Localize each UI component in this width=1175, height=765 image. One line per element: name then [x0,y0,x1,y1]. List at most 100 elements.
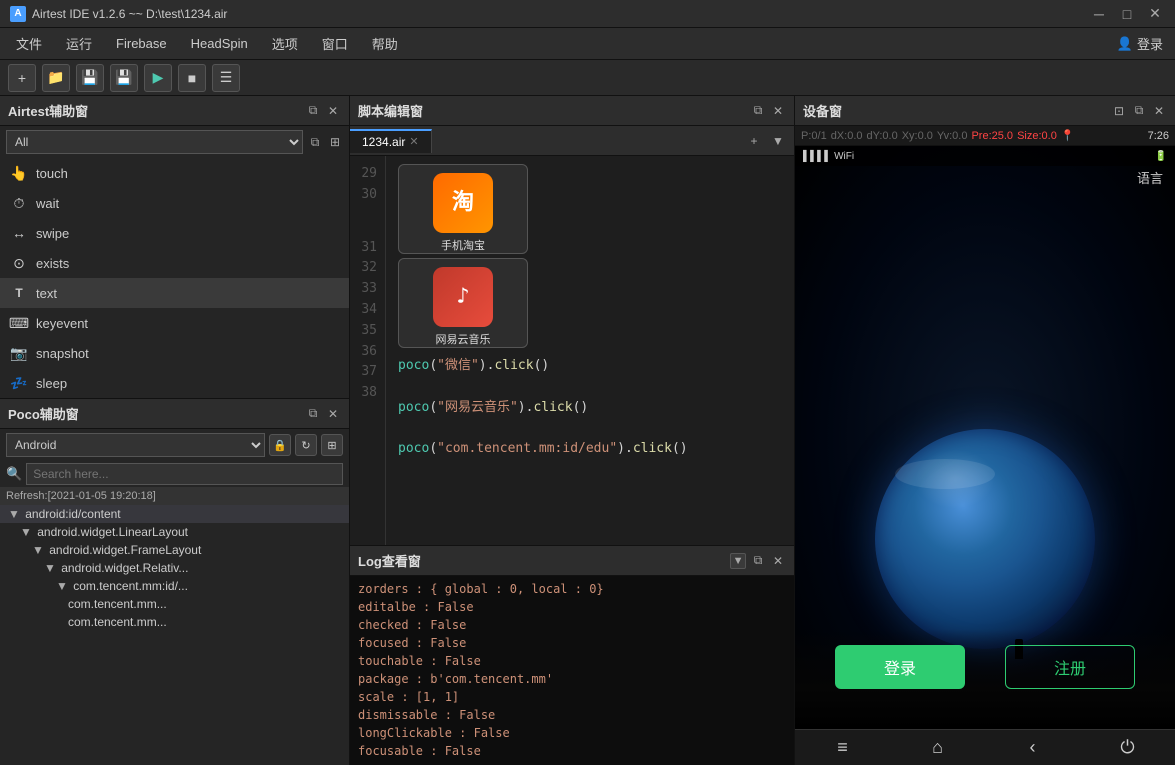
code-image-wyy: ♪ 网易云音乐 [398,258,782,348]
poco-settings-btn[interactable]: ⊞ [321,434,343,456]
poco-search-input[interactable] [26,463,343,485]
poco-restore-btn[interactable]: ⧉ [305,406,321,422]
airtest-copy-btn[interactable]: ⧉ [307,134,323,150]
api-swipe[interactable]: ↔ swipe [0,218,349,248]
device-screen[interactable]: ▌▌▌▌ WiFi 🔋 语言 登录 注册 [795,146,1175,729]
airtest-settings-btn[interactable]: ⊞ [327,134,343,150]
script-restore-btn[interactable]: ⧉ [750,103,766,119]
tree-item[interactable]: ▼ android.widget.FrameLayout [0,541,349,559]
poco-platform-select[interactable]: Android [6,433,265,457]
menu-options[interactable]: 选项 [260,30,310,57]
login-button[interactable]: 👤 登录 [1117,34,1163,53]
tab-dropdown-btn[interactable]: ▼ [768,131,788,151]
code-line-35 [398,418,782,439]
script-close-btn[interactable]: ✕ [770,103,786,119]
stat-yv: Yv:0.0 [937,130,968,142]
text-icon: T [10,284,28,302]
toolbar-new[interactable]: + [8,64,36,92]
log-controls: ▼ ⧉ ✕ [730,553,786,569]
menu-help[interactable]: 帮助 [360,30,410,57]
code-line-37 [398,460,782,481]
menu-headspin[interactable]: HeadSpin [179,32,260,55]
tree-item[interactable]: ▼ android.widget.Relativ... [0,559,349,577]
close-button[interactable]: ✕ [1145,6,1165,22]
api-touch[interactable]: 👆 touch [0,158,349,188]
nav-home-btn[interactable]: ⌂ [918,732,958,764]
exists-icon: ⊙ [10,254,28,272]
menu-firebase[interactable]: Firebase [104,32,179,55]
stat-p: P:0/1 [801,130,827,142]
code-area: 29 30 31 32 33 34 35 36 37 38 淘 [350,156,794,545]
nav-power-btn[interactable]: ⏻ [1108,732,1148,764]
log-filter-btn[interactable]: ▼ [730,553,746,569]
nav-back-btn[interactable]: ‹ [1013,732,1053,764]
app-icon: A [10,6,26,22]
api-snapshot[interactable]: 📷 snapshot [0,338,349,368]
stat-xy: Xy:0.0 [902,130,933,142]
device-screenshot-btn[interactable]: ⊡ [1111,103,1127,119]
poco-refresh-btn[interactable]: ↻ [295,434,317,456]
toolbar: + 📁 💾 💾 ▶ ■ ☰ [0,60,1175,96]
log-line: scale : [1, 1] [358,688,786,706]
menu-file[interactable]: 文件 [4,30,54,57]
toolbar-run[interactable]: ▶ [144,64,172,92]
toolbar-menu[interactable]: ☰ [212,64,240,92]
api-exists[interactable]: ⊙ exists [0,248,349,278]
device-close-btn[interactable]: ✕ [1151,103,1167,119]
time-label: 7:26 [1148,130,1169,142]
tree-item[interactable]: ▼ com.tencent.mm:id/... [0,577,349,595]
airtest-close-btn[interactable]: ✕ [325,103,341,119]
log-panel: Log查看窗 ▼ ⧉ ✕ zorders : { global : 0, loc… [350,545,794,765]
tab-close-btn[interactable]: ✕ [409,135,418,148]
menu-bar: 文件 运行 Firebase HeadSpin 选项 窗口 帮助 👤 登录 [0,28,1175,60]
device-restore-btn[interactable]: ⧉ [1131,103,1147,119]
middle-panel: 脚本编辑窗 ⧉ ✕ 1234.air ✕ + ▼ 29 3 [350,96,795,765]
api-wait[interactable]: ⏱ wait [0,188,349,218]
wait-icon: ⏱ [10,194,28,212]
tree-item[interactable]: com.tencent.mm... [0,595,349,613]
user-icon: 👤 [1117,36,1133,52]
airtest-restore-btn[interactable]: ⧉ [305,103,321,119]
menu-run[interactable]: 运行 [54,30,104,57]
menu-window[interactable]: 窗口 [310,30,360,57]
poco-panel-header: Poco辅助窗 ⧉ ✕ [0,399,349,429]
api-keyevent[interactable]: ⌨ keyevent [0,308,349,338]
editor-tab-controls: + ▼ [744,131,794,151]
poco-lock-btn[interactable]: 🔒 [269,434,291,456]
api-sleep[interactable]: 💤 sleep [0,368,349,398]
add-tab-btn[interactable]: + [744,131,764,151]
toolbar-save-all[interactable]: 💾 [110,64,138,92]
battery-icon: 🔋 [1155,151,1167,162]
text-label: text [36,286,57,301]
nav-menu-btn[interactable]: ≡ [823,732,863,764]
log-close-btn[interactable]: ✕ [770,553,786,569]
toolbar-open[interactable]: 📁 [42,64,70,92]
code-editor[interactable]: 淘 手机淘宝 ♪ 网易云音乐 poco("微信").click() [386,156,794,545]
toolbar-stop[interactable]: ■ [178,64,206,92]
phone-register-btn[interactable]: 注册 [1005,645,1135,689]
airtest-panel: Airtest辅助窗 ⧉ ✕ All ⧉ ⊞ 👆 touch ⏱ [0,96,349,399]
minimize-button[interactable]: ─ [1089,6,1109,22]
tree-item[interactable]: ▼ android.widget.LinearLayout [0,523,349,541]
toolbar-save[interactable]: 💾 [76,64,104,92]
title-bar: A Airtest IDE v1.2.6 ~~ D:\test\1234.air… [0,0,1175,28]
left-panel: Airtest辅助窗 ⧉ ✕ All ⧉ ⊞ 👆 touch ⏱ [0,96,350,765]
touch-label: touch [36,166,68,181]
title-text: Airtest IDE v1.2.6 ~~ D:\test\1234.air [32,7,1089,21]
maximize-button[interactable]: □ [1117,6,1137,22]
tree-item[interactable]: ▼ android:id/content [0,505,349,523]
tab-1234air[interactable]: 1234.air ✕ [350,129,432,153]
phone-login-btn[interactable]: 登录 [835,645,965,689]
script-editor: 脚本编辑窗 ⧉ ✕ 1234.air ✕ + ▼ 29 3 [350,96,794,545]
airtest-filter-select[interactable]: All [6,130,303,154]
wait-label: wait [36,196,59,211]
code-line-32: poco("微信").click() [398,356,782,377]
earth-graphic [875,429,1095,649]
device-window: 设备窗 ⊡ ⧉ ✕ P:0/1 dX:0.0 dY:0.0 Xy:0.0 Yv:… [795,96,1175,765]
poco-close-btn[interactable]: ✕ [325,406,341,422]
api-text[interactable]: T text [0,278,349,308]
log-line: focused : False [358,634,786,652]
tree-item[interactable]: com.tencent.mm... [0,613,349,631]
log-restore-btn[interactable]: ⧉ [750,553,766,569]
log-line: dismissable : False [358,706,786,724]
